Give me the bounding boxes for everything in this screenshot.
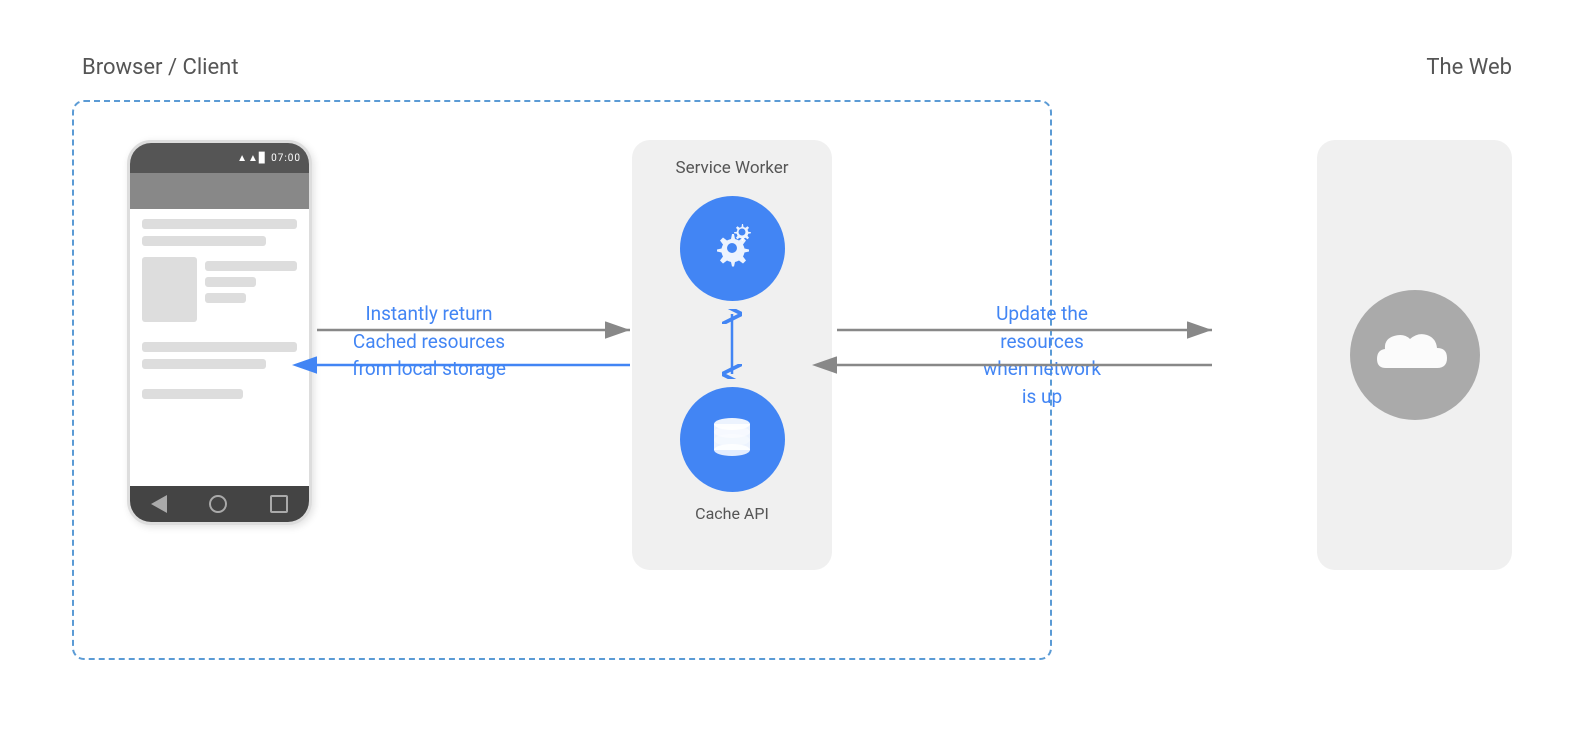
phone-line-1 — [142, 219, 297, 229]
cloud-icon-circle — [1350, 290, 1480, 420]
phone-home-btn — [209, 495, 227, 513]
phone-line-7 — [142, 359, 266, 369]
phone-status-icons: ▲▲▊ 07:00 — [237, 153, 301, 164]
annotation-right-line1: Update the — [996, 302, 1088, 325]
phone-line-8 — [142, 389, 243, 399]
cache-api-label: Cache API — [695, 504, 769, 523]
web-box — [1317, 140, 1512, 570]
phone-spacer-2 — [142, 376, 297, 382]
phone-recent-btn — [270, 495, 288, 513]
left-annotation: Instantly return Cached resources from l… — [352, 300, 506, 383]
right-annotation: Update the resources when network is up — [932, 300, 1152, 410]
annotation-left-line1: Instantly return — [365, 302, 492, 325]
database-icon-circle — [680, 387, 785, 492]
phone-content-block — [142, 257, 297, 322]
browser-client-label: Browser / Client — [82, 55, 239, 80]
phone-text-lines — [205, 257, 297, 322]
phone-spacer-1 — [142, 329, 297, 335]
phone-device: ▲▲▊ 07:00 — [127, 140, 312, 525]
vertical-arrow — [717, 309, 747, 379]
annotation-right-line2: resources — [1000, 330, 1084, 353]
phone-line-5 — [205, 293, 246, 303]
phone-line-3 — [205, 261, 297, 271]
phone-line-4 — [205, 277, 256, 287]
service-worker-box: Service Worker — [632, 140, 832, 570]
service-worker-label: Service Worker — [675, 158, 788, 178]
phone-line-2 — [142, 236, 266, 246]
annotation-left-line3: from local storage — [352, 357, 506, 380]
annotation-right-line3: when network — [983, 357, 1101, 380]
phone-nav-bar — [130, 486, 309, 522]
phone-back-btn — [151, 495, 167, 513]
phone-content — [130, 209, 309, 486]
vertical-double-arrow-icon — [717, 309, 747, 379]
diagram-container: Browser / Client The Web ▲▲▊ 07:00 — [42, 25, 1542, 705]
gear-icon-circle — [680, 196, 785, 301]
the-web-label: The Web — [1426, 55, 1512, 80]
annotation-right-line4: is up — [1022, 385, 1062, 408]
annotation-left-line2: Cached resources — [353, 330, 505, 353]
gear-icon — [700, 216, 765, 281]
cloud-icon — [1372, 323, 1457, 388]
phone-line-6 — [142, 342, 297, 352]
phone-image-placeholder — [142, 257, 197, 322]
phone-header — [130, 173, 309, 209]
database-icon — [702, 410, 762, 470]
phone-status-bar: ▲▲▊ 07:00 — [130, 143, 309, 173]
